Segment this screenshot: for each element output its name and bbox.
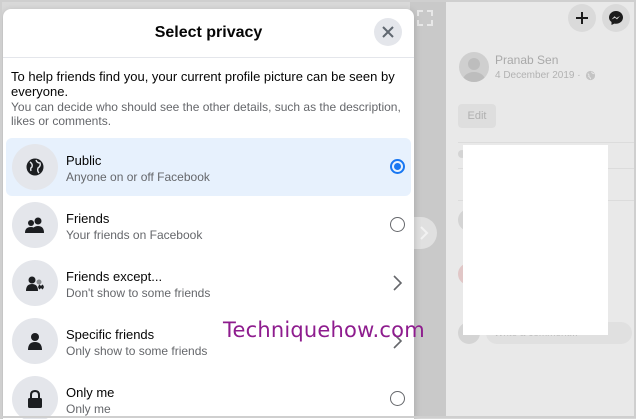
messenger-button[interactable] [602,4,630,32]
radio-button[interactable] [390,391,405,406]
post-date-text: 4 December 2019 · [495,70,581,81]
privacy-option-friends[interactable]: Friends Your friends on Facebook [6,196,411,254]
author-avatar[interactable] [459,52,489,82]
watermark: Techniquehow.com [223,318,425,342]
create-button[interactable] [568,4,596,32]
intro-main-text: To help friends find you, your current p… [11,69,395,99]
radio-button[interactable] [390,159,405,174]
intro-sub-text: You can decide who should see the other … [11,100,401,128]
radio-button[interactable] [390,217,405,232]
person-icon [12,318,58,364]
option-subtitle: Don't show to some friends [66,286,211,300]
close-icon [382,26,394,38]
privacy-dialog: Select privacy To help friends find you,… [3,9,414,419]
option-title: Friends except... [66,269,163,284]
friends-except-icon [12,260,58,306]
privacy-option-public[interactable]: Public Anyone on or off Facebook [6,138,411,196]
dialog-header: Select privacy [3,9,414,58]
option-title: Public [66,153,102,168]
messenger-icon [609,11,623,25]
dialog-title: Select privacy [154,24,263,41]
lock-icon [12,376,58,419]
dialog-intro: To help friends find you, your current p… [3,58,414,128]
author-name[interactable]: Pranab Sen [495,53,558,67]
blank-overlay [463,145,608,335]
option-subtitle: Your friends on Facebook [66,228,203,242]
privacy-option-friends-except[interactable]: Friends except... Don't show to some fri… [6,254,411,312]
option-subtitle: Only me [66,402,111,416]
post-date: 4 December 2019 · [495,70,596,81]
option-subtitle: Only show to some friends [66,344,208,358]
privacy-options-list: Public Anyone on or off Facebook Friends… [6,138,411,419]
option-title: Only me [66,385,115,400]
dimmed-photo-area [410,0,446,418]
friends-icon [12,202,58,248]
privacy-option-only-me[interactable]: Only me Only me [6,370,411,419]
edit-button[interactable]: Edit [458,104,496,128]
expand-icon[interactable] [415,8,435,28]
option-title: Specific friends [66,327,155,342]
divider [458,142,634,143]
option-subtitle: Anyone on or off Facebook [66,170,210,184]
chevron-right-icon[interactable] [391,274,403,292]
globe-icon [12,144,58,190]
plus-icon [576,12,588,24]
globe-icon[interactable] [585,70,596,81]
option-title: Friends [66,211,110,226]
chevron-right-icon [420,226,429,240]
close-button[interactable] [374,18,402,46]
